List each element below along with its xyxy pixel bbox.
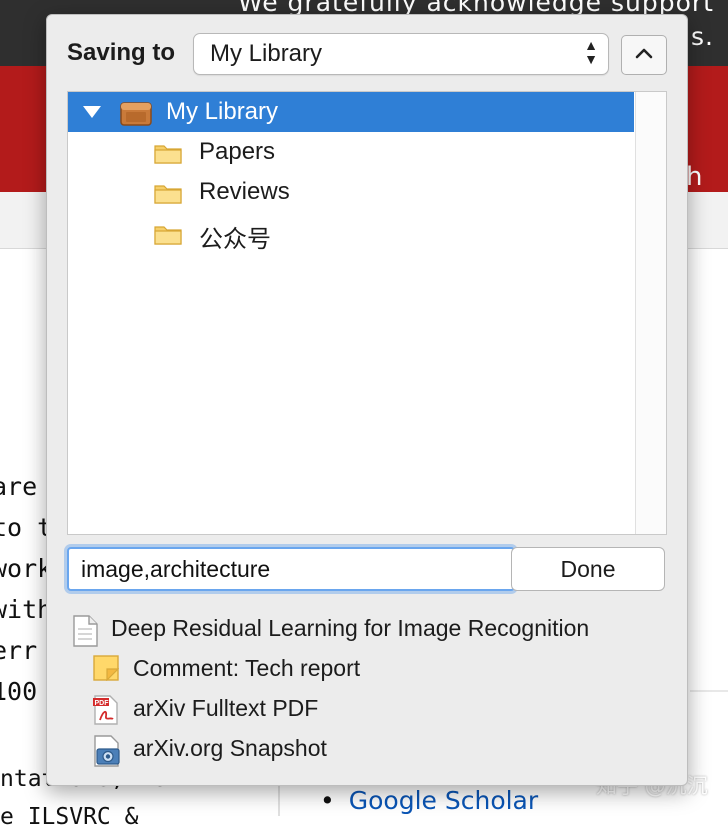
- library-select-value: My Library: [210, 40, 323, 67]
- tree-item-gongzhonghao[interactable]: 公众号: [68, 213, 634, 253]
- tree-item-papers[interactable]: Papers: [68, 132, 634, 172]
- google-scholar-link[interactable]: Google Scholar: [349, 786, 538, 815]
- attachment-label: Comment: Tech report: [133, 655, 361, 681]
- tree-item-label: Papers: [199, 138, 276, 165]
- pdf-icon: PDF: [93, 695, 118, 725]
- collapse-tree-button[interactable]: [621, 35, 667, 75]
- google-scholar-link-item[interactable]: • Google Scholar: [320, 786, 538, 815]
- tree-item-label: My Library: [166, 98, 279, 125]
- text-line: are: [0, 472, 38, 501]
- select-arrows-icon: ▲ ▼: [584, 37, 598, 67]
- text-line: to th: [0, 513, 52, 542]
- tree-item-label: Reviews: [199, 178, 290, 205]
- abstract-text-fragment: are to th work with err 100: [0, 466, 52, 712]
- folder-icon: [154, 185, 182, 204]
- disclosure-triangle-icon[interactable]: [82, 104, 102, 120]
- svg-text:PDF: PDF: [95, 700, 110, 707]
- collection-tree[interactable]: My Library Papers Reviews 公众号: [67, 91, 667, 535]
- tree-item-label: 公众号: [199, 225, 271, 253]
- item-title: Deep Residual Learning for Image Recogni…: [111, 615, 590, 641]
- text-line: work: [0, 554, 52, 583]
- text-line: err: [0, 636, 38, 665]
- library-select[interactable]: My Library ▲ ▼: [193, 33, 609, 75]
- chevron-up-icon: [635, 48, 653, 59]
- zotero-save-popup: Saving to My Library ▲ ▼ My Library Pape…: [46, 14, 688, 786]
- bullet: •: [320, 786, 335, 815]
- text-line: e ILSVRC &: [0, 804, 139, 830]
- attachment-label: arXiv.org Snapshot: [133, 735, 327, 761]
- note-icon: [93, 655, 119, 681]
- attachment-label: arXiv Fulltext PDF: [133, 695, 319, 721]
- header-search-fragment[interactable]: h: [686, 162, 702, 192]
- library-icon: [120, 102, 152, 126]
- snapshot-icon: [94, 735, 120, 767]
- text-line: with: [0, 595, 52, 624]
- done-button[interactable]: Done: [511, 547, 665, 591]
- text-line: 100: [0, 677, 38, 706]
- tree-item-my-library[interactable]: My Library: [68, 92, 634, 132]
- folder-icon: [154, 226, 182, 245]
- tree-item-reviews[interactable]: Reviews: [68, 172, 634, 212]
- document-icon: [73, 615, 98, 647]
- saving-to-label: Saving to: [67, 39, 176, 66]
- tags-input[interactable]: [67, 547, 515, 591]
- section-divider: [690, 690, 728, 692]
- tree-scrollbar[interactable]: [635, 92, 666, 534]
- folder-icon: [154, 145, 182, 164]
